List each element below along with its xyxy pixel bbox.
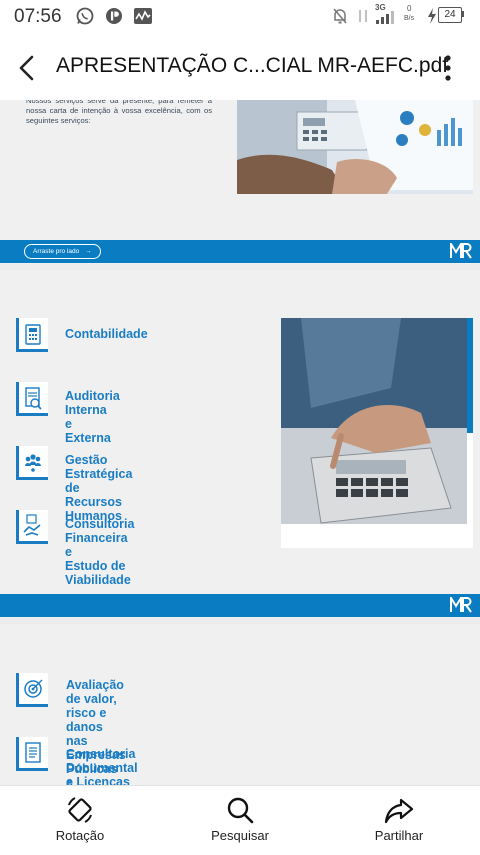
net-speed-value: 0 [407,4,412,13]
battery-level: 24 [444,9,456,20]
share-label: Partilhar [374,828,424,843]
arrow-right-icon: → [85,248,92,255]
search-icon [227,797,254,824]
signal-strength-icon [376,11,394,24]
net-speed-unit: B/s [404,15,415,22]
search-label: Pesquisar [211,828,269,843]
rotate-label: Rotação [55,828,105,843]
people-group-icon [16,446,48,480]
rotate-button[interactable]: Rotação [30,792,130,850]
rotate-icon [68,797,92,823]
activity-chart-icon [134,8,152,24]
pdf-page: Nossos serviços serve da presente, para … [0,100,480,264]
page-footer-stripe: Arraste pro lado → [0,240,480,263]
whatsapp-icon [76,7,94,25]
pdf-viewer[interactable]: Nossos serviços serve da presente, para … [0,100,480,785]
bottom-toolbar: Rotação Pesquisar Partilhar [0,785,480,855]
business-analytics-photo [237,100,473,194]
target-icon [16,673,48,707]
notifications-off-icon [333,8,347,24]
document-list-icon [16,737,48,771]
pdf-page: Contabilidade Auditoria Interna e Extern… [0,270,480,618]
service-label: Consultoria Financeira e Estudo de Viabi… [65,517,135,587]
back-button[interactable] [8,48,48,88]
share-arrow-icon [384,798,414,824]
intro-paragraph: Nossos serviços serve da presente, para … [26,100,212,125]
service-label: Gestão Estratégica de Recursos Humanos [65,453,133,523]
app-bar: APRESENTAÇÃO C...CIAL MR-AEFC.pdf [0,34,480,100]
data-transfer-icon [359,10,367,22]
more-vertical-icon [445,55,451,81]
mr-logo-icon [450,597,472,613]
status-bar: 07:56 3G 0 B/s 24 [0,0,480,34]
more-options-button[interactable] [432,48,464,88]
battery-tip [462,11,464,17]
mr-logo-icon [450,243,472,259]
app-notification-icon [106,8,122,24]
calculator-hands-photo [281,318,473,548]
calculator-icon [16,318,48,352]
handshake-icon [16,510,48,544]
pdf-page: Avaliação de valor, risco e danos nas Em… [0,624,480,785]
audit-document-icon [16,382,48,416]
swipe-hint-label: Arraste pro lado [33,248,80,255]
page-footer-stripe [0,594,480,617]
charging-bolt-icon [428,8,436,24]
share-button[interactable]: Partilhar [349,792,449,850]
service-label: Consultoria Documental e Licenças [66,747,138,785]
search-button[interactable]: Pesquisar [190,792,290,850]
status-time: 07:56 [14,6,62,27]
service-label: Contabilidade [65,327,148,341]
document-title: APRESENTAÇÃO C...CIAL MR-AEFC.pdf [56,54,449,77]
service-label: Auditoria Interna e Externa [65,389,120,445]
back-arrow-icon [19,55,34,81]
swipe-hint-badge: Arraste pro lado → [24,244,101,259]
battery-indicator: 24 [438,7,462,23]
